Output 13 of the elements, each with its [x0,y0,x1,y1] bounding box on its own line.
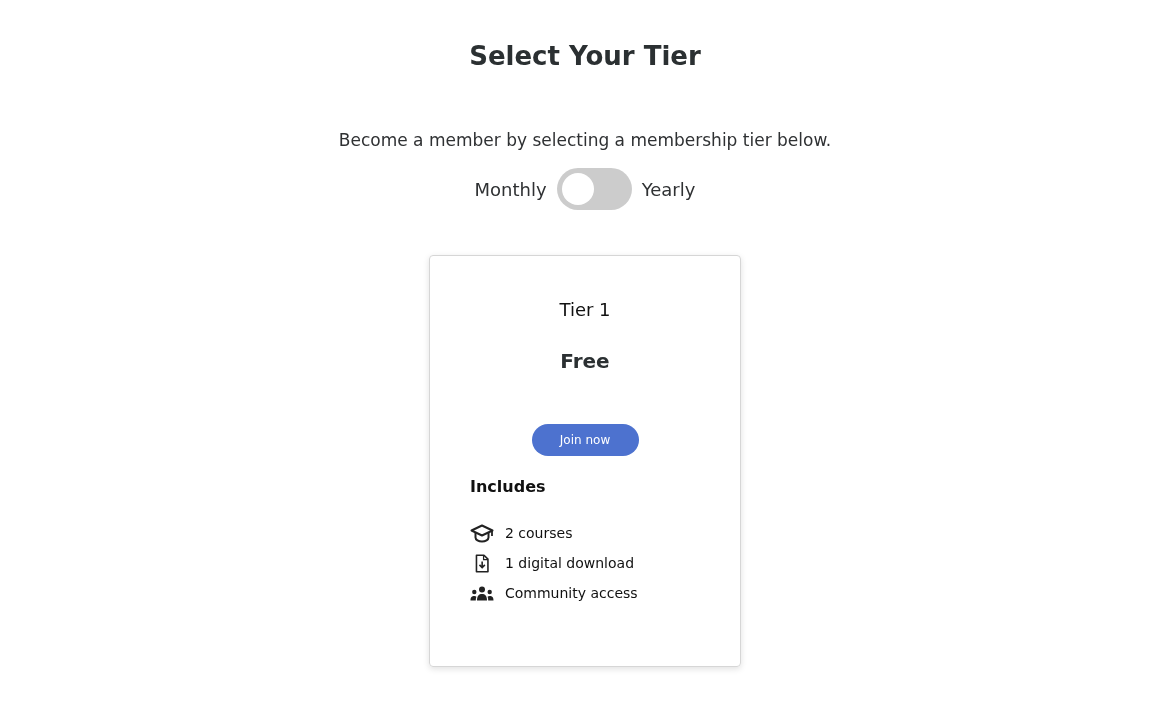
page-title: Select Your Tier [469,40,701,73]
tier-name: Tier 1 [559,298,611,322]
graduation-cap-icon [470,523,494,543]
join-button[interactable]: Join now [531,424,639,456]
monthly-label: Monthly [474,178,547,200]
yearly-label: Yearly [641,178,696,200]
tier-price: Free [560,348,610,374]
billing-toggle[interactable] [556,168,632,210]
feature-label: Community access [505,585,638,601]
page-subtitle: Become a member by selecting a membership tier below. [338,129,832,152]
includes-heading: Includes [470,476,546,498]
feature-label: 2 courses [505,525,573,541]
feature-label: 1 digital download [505,555,634,571]
